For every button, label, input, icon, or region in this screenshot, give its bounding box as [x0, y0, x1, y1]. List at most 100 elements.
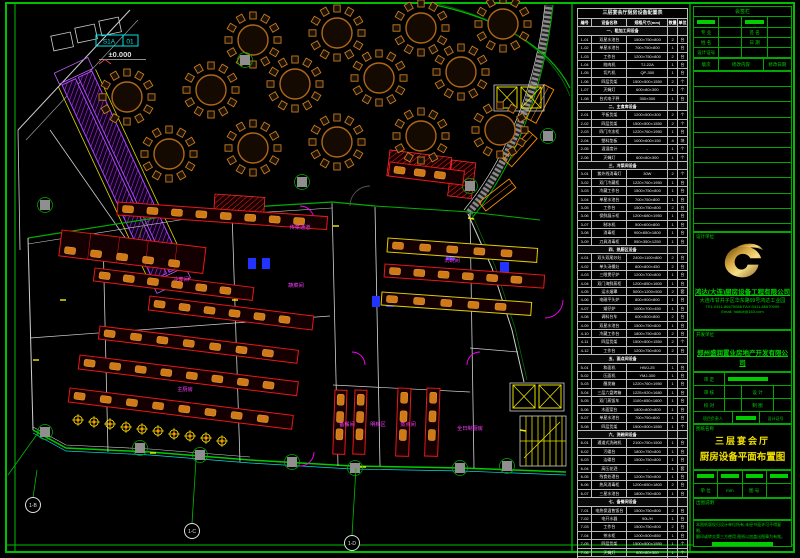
schedule-row: 4-04双门海鲜蒸柜1200×850×16001台 — [578, 279, 688, 287]
schedule-cell: 1 — [668, 472, 678, 480]
room-label: 洗碗间 — [444, 256, 460, 264]
schedule-cell: 4 — [668, 136, 678, 144]
schedule-cell: 1-07 — [578, 86, 592, 94]
axis-bubbles: 1-B1-C1-D — [26, 460, 360, 551]
revision-row — [694, 177, 791, 192]
equipment-schedule: 三层宴会厅厨房设备配置表编号设备名称规格尺寸(mm)数量单位一、粗加工间设备1-… — [577, 8, 688, 555]
schedule-cell: 1500×500×1550 — [627, 422, 668, 430]
schedule-cell: 1 — [668, 237, 678, 245]
schedule-cell: 双星水池台 — [592, 321, 627, 329]
schedule-cell: 1500×750×800 — [627, 321, 668, 329]
schedule-cell: 台 — [678, 44, 688, 52]
schedule-row: 1-08台式电子秤300×3001台 — [578, 94, 688, 102]
column — [500, 459, 515, 474]
schedule-row: 5-05双门蒸饭车1100×650×16001台 — [578, 397, 688, 405]
schedule-cell: 三层六盘烤箱 — [592, 388, 627, 396]
elevator-bank-bottom — [510, 383, 564, 411]
schedule-row: 1-06四层货架1500×500×15502个 — [578, 77, 688, 85]
schedule-cell: 台 — [678, 262, 688, 270]
schedule-cell: 台 — [678, 237, 688, 245]
schedule-row: 6-02污碟台1800×750×8001台 — [578, 447, 688, 455]
schedule-cell: 1 — [668, 380, 678, 388]
room-label: 传菜通道 — [290, 223, 311, 231]
equipment-counter — [98, 326, 298, 363]
burner-symbol — [184, 430, 196, 442]
schedule-row: 3-04单星水池台700×750×8001台 — [578, 195, 688, 203]
schedule-row: 4-06电磁平头炉800×900×8001台 — [578, 296, 688, 304]
schedule-cell: 六、洗碗间设备 — [578, 430, 668, 438]
schedule-cell: 1500×500×1550 — [627, 540, 668, 548]
schedule-row: 2-06灭蝇灯600×80×3001个 — [578, 153, 688, 161]
schedule-row: 7-03工作台1500×750×8002台 — [578, 523, 688, 531]
schedule-cell: 1 — [668, 271, 678, 279]
schedule-cell: 4-02 — [578, 262, 592, 270]
schedule-cell: 800×800×450 — [627, 262, 668, 270]
revision-row — [694, 86, 791, 101]
schedule-cell: HWJ-25 — [627, 363, 668, 371]
schedule-cell: 个 — [678, 86, 688, 94]
schedule-row: 6-07三星水池台1800×750×8001台 — [578, 489, 688, 497]
equipment-counter — [148, 296, 313, 330]
schedule-cell: 2-02 — [578, 119, 592, 127]
schedule-row: 3-01紫外线消毒灯30W2个 — [578, 170, 688, 178]
schedule-cell — [668, 430, 678, 438]
schedule-row: 2-03四门冷冻柜1220×760×19501台 — [578, 128, 688, 136]
schedule-cell: 规格尺寸(mm) — [627, 19, 668, 27]
schedule-cell: 热风消毒柜 — [592, 481, 627, 489]
schedule-cell: 6-03 — [578, 456, 592, 464]
schedule-cell: 6-06 — [578, 481, 592, 489]
schedule-row: 6-06热风消毒柜1200×650×18002台 — [578, 481, 688, 489]
revision-row — [694, 101, 791, 116]
schedule-cell: 3-03 — [578, 187, 592, 195]
schedule-cell: 1000×700×450 — [627, 304, 668, 312]
revision-row — [694, 117, 791, 132]
schedule-row: 1-02单星水池台700×750×8001台 — [578, 44, 688, 52]
schedule-cell: 1800×750×800 — [627, 447, 668, 455]
schedule-cell — [678, 27, 688, 35]
schedule-cell: 台 — [678, 405, 688, 413]
schedule-cell: 1-08 — [578, 94, 592, 102]
schedule-cell: 套 — [678, 288, 688, 296]
schedule-cell: 台 — [678, 229, 688, 237]
svg-text:S1A: S1A — [103, 39, 116, 46]
schedule-row: 5-04三层六盘烤箱1225×920×16801台 — [578, 388, 688, 396]
schedule-cell — [678, 103, 688, 111]
schedule-row: 5-03醒发箱1220×760×19501台 — [578, 380, 688, 388]
schedule-cell: 2 — [668, 262, 678, 270]
schedule-cell: 台 — [678, 472, 688, 480]
equipment-counter — [93, 268, 253, 300]
signoff-label: 专 业 — [694, 28, 719, 38]
schedule-cell: 2 — [668, 523, 678, 531]
banquet-table — [351, 50, 407, 106]
schedule-cell — [668, 161, 678, 169]
banquet-table — [309, 114, 365, 170]
axis-bubble: 1-D — [345, 468, 360, 551]
schedule-cell: 单头汤桶灶 — [592, 262, 627, 270]
burner-symbol — [168, 428, 180, 440]
schedule-cell: 1 — [668, 405, 678, 413]
schedule-row: 4-02单头汤桶灶800×800×4502台 — [578, 262, 688, 270]
schedule-cell: 台 — [678, 94, 688, 102]
schedule-cell: 1000×600×150 — [627, 136, 668, 144]
design-company-addr: 大连市甘井子区华东路99号鸿达工业园 — [694, 297, 791, 304]
stamp-bar — [721, 474, 738, 478]
banquet-table — [475, 0, 531, 52]
signoff-title: 会签栏 — [694, 7, 791, 17]
schedule-cell: 个 — [678, 170, 688, 178]
schedule-row: 3-03冷藏工作台1500×750×8001台 — [578, 187, 688, 195]
schedule-cell: 1 — [668, 388, 678, 396]
footer-note-line: 本图纸版权归设计单位所有,未经书面许可不得复制、 — [694, 521, 791, 533]
schedule-cell: 4-07 — [578, 304, 592, 312]
schedule-cell: 1200×500×300 — [627, 111, 668, 119]
equipment-counter — [381, 292, 532, 315]
room-label: 蔬菜间 — [288, 281, 304, 289]
schedule-cell: 电磁平头炉 — [592, 296, 627, 304]
schedule-cell: 个 — [678, 548, 688, 556]
schedule-row: 7-05四层货架1500×500×15501个 — [578, 540, 688, 548]
schedule-cell: 1 — [668, 178, 678, 186]
schedule-cell: 个 — [678, 338, 688, 346]
schedule-cell: 1 — [668, 372, 678, 380]
schedule-cell: 制冰机 — [592, 220, 627, 228]
schedule-cell: 5-06 — [578, 405, 592, 413]
developer-block: 开发单位 郑州盛润置业房地产开发有限公司 — [693, 330, 792, 372]
